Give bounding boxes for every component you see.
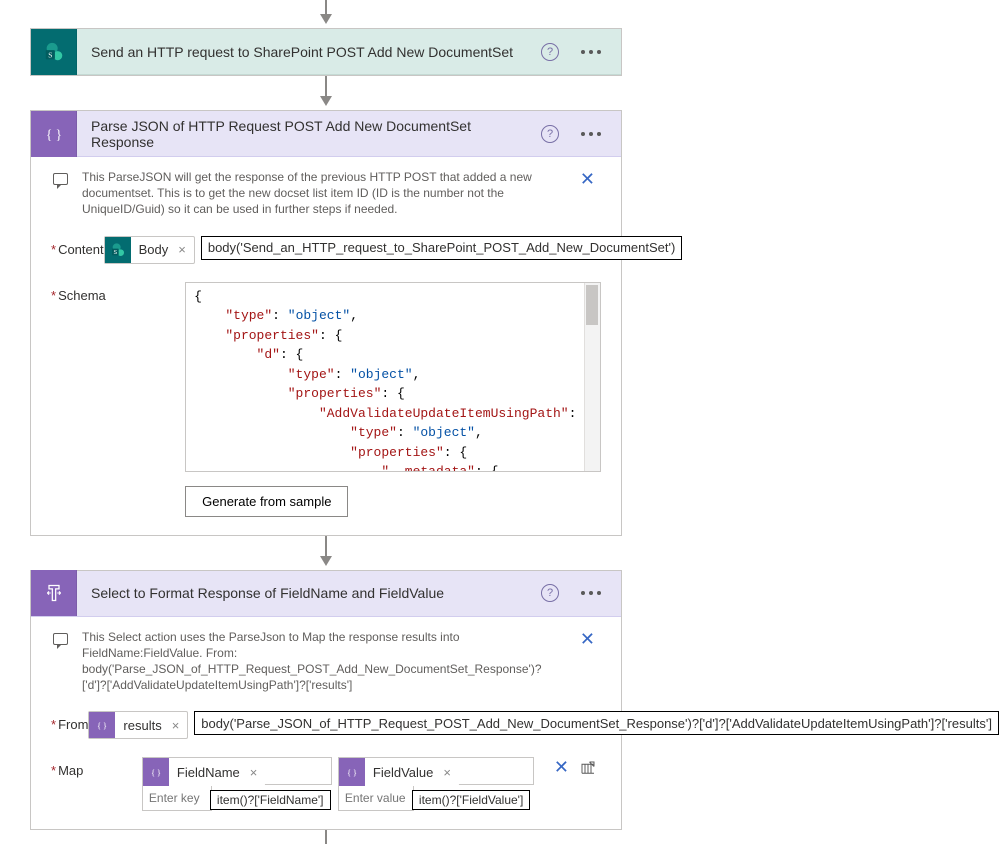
dynamic-content-token-body[interactable]: S Body × xyxy=(104,236,195,264)
connector-arrow xyxy=(30,830,622,844)
help-icon[interactable]: ? xyxy=(541,125,559,143)
more-menu-button[interactable] xyxy=(573,44,609,60)
token-label: FieldValue xyxy=(365,765,441,780)
more-menu-button[interactable] xyxy=(573,126,609,142)
connector-arrow xyxy=(30,0,622,28)
step-title: Parse JSON of HTTP Request POST Add New … xyxy=(77,118,541,150)
select-icon xyxy=(31,570,77,616)
more-menu-button[interactable] xyxy=(573,585,609,601)
step-comment: This ParseJSON will get the response of … xyxy=(82,169,566,218)
close-comment-button[interactable]: ✕ xyxy=(566,629,601,650)
formula-tooltip: item()?['FieldName'] xyxy=(210,790,331,810)
schema-editor[interactable]: { "type": "object", "properties": { "d":… xyxy=(185,282,601,472)
formula-tooltip: body('Send_an_HTTP_request_to_SharePoint… xyxy=(201,236,682,260)
from-label: From xyxy=(51,711,88,739)
svg-text:S: S xyxy=(48,50,52,59)
remove-token-button[interactable]: × xyxy=(441,765,459,780)
map-value-input[interactable] xyxy=(338,785,414,811)
dynamic-content-token-fieldname[interactable]: { } FieldName × xyxy=(143,758,265,786)
map-label: Map xyxy=(51,757,142,811)
svg-text:{ }: { } xyxy=(151,769,161,778)
sharepoint-icon: S xyxy=(105,237,131,263)
remove-token-button[interactable]: × xyxy=(248,765,266,780)
comment-icon xyxy=(53,633,68,645)
step-title: Send an HTTP request to SharePoint POST … xyxy=(77,44,541,60)
schema-label: Schema xyxy=(51,282,185,517)
remove-token-button[interactable]: × xyxy=(170,718,188,733)
close-comment-button[interactable]: ✕ xyxy=(566,169,601,190)
step-comment: This Select action uses the ParseJson to… xyxy=(82,629,566,694)
connector-arrow xyxy=(30,76,622,110)
svg-text:{ }: { } xyxy=(347,769,357,778)
svg-text:S: S xyxy=(113,250,117,256)
help-icon[interactable]: ? xyxy=(541,584,559,602)
map-key-input[interactable] xyxy=(142,785,212,811)
parse-json-icon: { } xyxy=(31,111,77,157)
formula-tooltip: body('Parse_JSON_of_HTTP_Request_POST_Ad… xyxy=(194,711,999,735)
formula-tooltip: item()?['FieldValue'] xyxy=(412,790,530,810)
scrollbar[interactable] xyxy=(584,283,600,471)
content-label: Content xyxy=(51,236,104,264)
comment-icon xyxy=(53,173,68,185)
switch-mode-button[interactable] xyxy=(575,759,601,777)
step-sharepoint-http[interactable]: S Send an HTTP request to SharePoint POS… xyxy=(30,28,622,76)
token-label: FieldName xyxy=(169,765,248,780)
help-icon[interactable]: ? xyxy=(541,43,559,61)
token-label: Body xyxy=(131,242,177,257)
dynamic-content-token-results[interactable]: { } results × xyxy=(88,711,188,739)
svg-text:{ }: { } xyxy=(97,722,107,731)
step-select[interactable]: Select to Format Response of FieldName a… xyxy=(30,570,622,831)
step-parse-json[interactable]: { } Parse JSON of HTTP Request POST Add … xyxy=(30,110,622,536)
generate-from-sample-button[interactable]: Generate from sample xyxy=(185,486,348,517)
svg-text:{ }: { } xyxy=(45,127,61,142)
dynamic-content-token-fieldvalue[interactable]: { } FieldValue × xyxy=(339,758,459,786)
data-operation-icon: { } xyxy=(89,712,115,738)
data-operation-icon: { } xyxy=(143,758,169,786)
remove-token-button[interactable]: × xyxy=(176,242,194,257)
step-title: Select to Format Response of FieldName a… xyxy=(77,585,541,601)
connector-arrow xyxy=(30,536,622,570)
data-operation-icon: { } xyxy=(339,758,365,786)
sharepoint-icon: S xyxy=(31,29,77,75)
delete-row-button[interactable]: ✕ xyxy=(548,757,575,778)
token-label: results xyxy=(115,718,169,733)
